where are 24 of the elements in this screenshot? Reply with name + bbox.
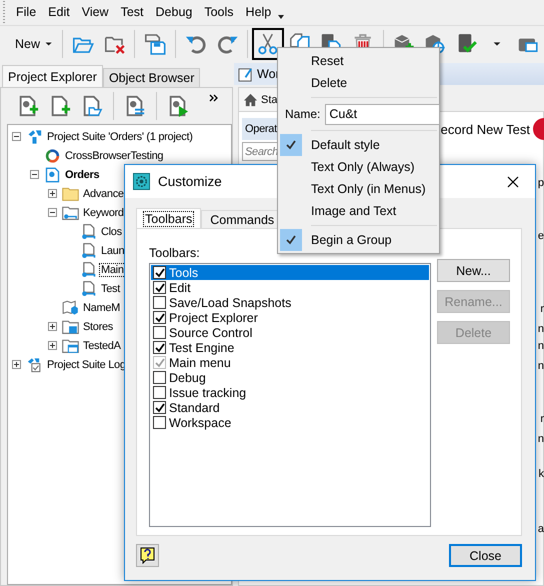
dialog-title: Customize xyxy=(158,174,222,189)
toolbar-name: Test Engine xyxy=(169,340,234,354)
list-text: r xyxy=(540,302,544,317)
toolbar-name: Standard xyxy=(169,400,220,414)
list-text: n xyxy=(538,339,544,354)
toolbar-name: Debug xyxy=(169,370,206,384)
toolbar-name: Edit xyxy=(169,280,191,294)
list-text: n xyxy=(538,359,544,374)
list-text: e xyxy=(538,229,544,244)
list-text: p xyxy=(538,176,544,191)
toolbar-name: Source Control xyxy=(169,326,252,340)
toolbar-name: Tools xyxy=(169,266,198,280)
toolbar-name: Project Explorer xyxy=(169,310,258,324)
toolbar-name: Main menu xyxy=(169,356,231,370)
list-text: r xyxy=(540,412,544,427)
list-text: n xyxy=(538,432,544,447)
toolbar-name: Workspace xyxy=(169,416,232,430)
toolbar-name: Save/Load Snapshots xyxy=(169,296,292,310)
tab-label: Sta xyxy=(261,94,278,106)
list-text: a xyxy=(538,522,544,537)
list-text: k xyxy=(538,467,544,482)
list-label: Toolbars: xyxy=(149,246,201,260)
toolbar-name: Issue tracking xyxy=(169,386,246,400)
list-text: n xyxy=(538,322,544,337)
